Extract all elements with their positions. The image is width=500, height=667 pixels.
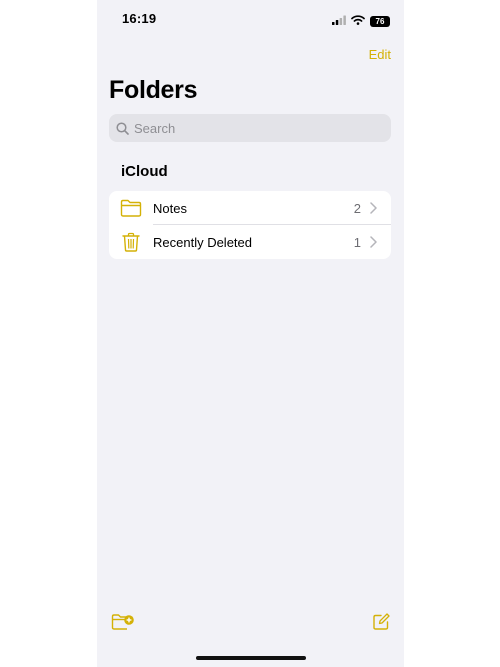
chevron-right-icon: [370, 202, 377, 214]
folder-row-notes[interactable]: Notes 2: [109, 191, 391, 225]
search-input[interactable]: [134, 120, 374, 136]
folder-row-recently-deleted[interactable]: Recently Deleted 1: [109, 225, 391, 259]
folder-name: Recently Deleted: [153, 234, 252, 250]
wifi-icon: [351, 12, 365, 30]
new-folder-icon: [111, 614, 134, 630]
section-title-icloud: iCloud: [121, 163, 168, 180]
phone-screen: 16:19 76 Edit Folders Search iCloud Note…: [97, 0, 404, 667]
status-icons: 76: [332, 12, 390, 30]
chevron-right-icon: [370, 236, 377, 248]
page-title: Folders: [109, 76, 198, 104]
battery-indicator: 76: [370, 15, 390, 27]
folder-list: Notes 2 Recently Deleted 1: [109, 191, 391, 259]
signal-icon: [332, 12, 346, 30]
search-icon: [116, 121, 129, 135]
compose-icon: [373, 613, 390, 630]
status-bar: 16:19 76: [97, 0, 404, 40]
compose-button[interactable]: [372, 613, 390, 636]
status-time: 16:19: [122, 11, 157, 26]
folder-count: 2: [353, 200, 361, 216]
folder-icon: [120, 199, 142, 217]
search-bar[interactable]: [109, 114, 391, 142]
folder-count: 1: [353, 234, 361, 250]
new-folder-button[interactable]: [111, 613, 135, 636]
folder-name: Notes: [153, 200, 187, 216]
trash-icon: [122, 232, 140, 252]
home-indicator[interactable]: [196, 656, 306, 660]
edit-button[interactable]: Edit: [369, 47, 391, 62]
